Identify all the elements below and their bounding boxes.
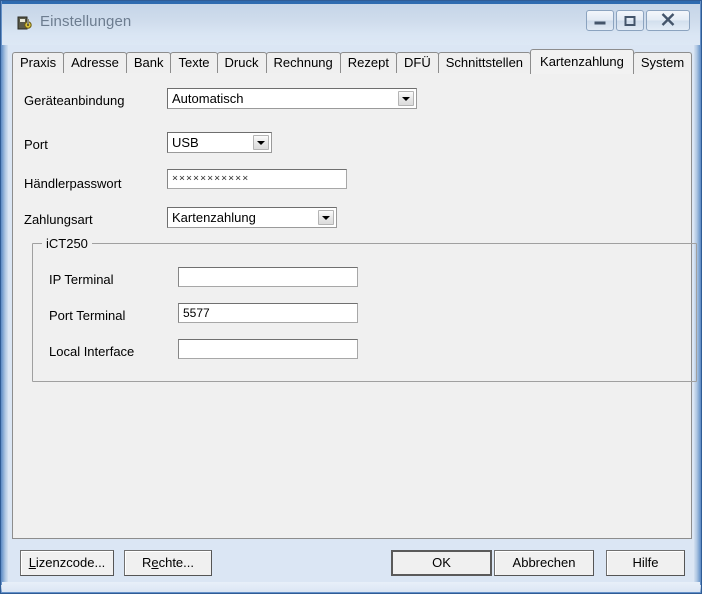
cancel-button[interactable]: Abbrechen — [494, 550, 594, 576]
tab-panel-kartenzahlung: Geräteanbindung Automatisch Port USB Hän… — [12, 72, 697, 539]
port-terminal-input[interactable]: 5577 — [178, 303, 358, 323]
port-value: USB — [172, 135, 199, 150]
ict250-groupbox: iCT250 IP Terminal Port Terminal 5577 Lo… — [32, 236, 697, 382]
port-dropdown[interactable]: USB — [167, 132, 272, 153]
chevron-down-icon[interactable] — [253, 135, 269, 150]
tab-strip: Praxis Adresse Bank Texte Druck Rechnung… — [12, 49, 693, 74]
ok-button[interactable]: OK — [391, 550, 492, 576]
tab-texte[interactable]: Texte — [170, 52, 218, 73]
window-title: Einstellungen — [40, 13, 132, 30]
tab-label: Texte — [178, 55, 210, 70]
chevron-down-icon[interactable] — [318, 210, 334, 225]
tab-label: Rechnung — [273, 55, 333, 70]
maximize-icon — [624, 15, 636, 26]
tab-label: Kartenzahlung — [540, 54, 624, 69]
zahlungsart-label: Zahlungsart — [24, 212, 93, 227]
haendlerpasswort-label: Händlerpasswort — [24, 176, 122, 191]
tab-label: Schnittstellen — [445, 55, 524, 70]
settings-dialog-window: Einstellungen Praxis Adresse Bank Texte … — [0, 0, 702, 594]
haendlerpasswort-input[interactable]: ××××××××××× — [167, 169, 347, 189]
tab-bank[interactable]: Bank — [125, 52, 172, 73]
minimize-icon — [594, 17, 606, 24]
lizenzcode-accel: L — [28, 555, 36, 570]
geraeteanbindung-dropdown[interactable]: Automatisch — [167, 88, 417, 109]
tab-rezept[interactable]: Rezept — [339, 52, 397, 73]
tab-kartenzahlung[interactable]: Kartenzahlung — [530, 49, 634, 74]
tab-label: Adresse — [71, 55, 119, 70]
tab-schnittstellen[interactable]: Schnittstellen — [437, 52, 532, 73]
port-terminal-label: Port Terminal — [49, 308, 126, 323]
tab-label: DFÜ — [403, 55, 431, 70]
port-label: Port — [24, 137, 48, 152]
title-bar: Einstellungen — [2, 1, 700, 45]
tab-system[interactable]: System — [632, 52, 693, 73]
tab-label: Rezept — [347, 55, 389, 70]
geraeteanbindung-value: Automatisch — [172, 91, 244, 106]
rechte-accel: e — [151, 555, 159, 570]
tab-adresse[interactable]: Adresse — [63, 52, 127, 73]
window-controls — [586, 10, 690, 31]
close-icon — [661, 12, 676, 29]
zahlungsart-dropdown[interactable]: Kartenzahlung — [167, 207, 337, 228]
chevron-down-icon[interactable] — [398, 91, 414, 106]
tab-label: Bank — [133, 55, 164, 70]
geraeteanbindung-label: Geräteanbindung — [24, 93, 125, 108]
rechte-button[interactable]: Rechte... — [124, 550, 212, 576]
local-interface-label: Local Interface — [49, 344, 135, 359]
zahlungsart-value: Kartenzahlung — [172, 210, 256, 225]
maximize-button[interactable] — [616, 10, 644, 31]
window-footer-strip — [2, 582, 700, 592]
tab-dfue[interactable]: DFÜ — [395, 52, 439, 73]
help-button[interactable]: Hilfe — [606, 550, 685, 576]
close-button[interactable] — [646, 10, 690, 31]
lizenzcode-button[interactable]: Lizenzcode... — [20, 550, 114, 576]
local-interface-input[interactable] — [178, 339, 358, 359]
lizenzcode-label: izenzcode... — [35, 555, 106, 570]
tab-label: Praxis — [20, 55, 57, 70]
tab-label: Druck — [224, 55, 259, 70]
ip-terminal-label: IP Terminal — [49, 272, 114, 287]
rechte-prefix: R — [141, 555, 152, 570]
tab-label: System — [640, 55, 685, 70]
minimize-button[interactable] — [586, 10, 614, 31]
rechte-label: chte... — [158, 555, 195, 570]
tab-rechnung[interactable]: Rechnung — [265, 52, 341, 73]
tab-druck[interactable]: Druck — [216, 52, 267, 73]
tab-praxis[interactable]: Praxis — [12, 52, 65, 73]
ict250-groupbox-title: iCT250 — [42, 236, 92, 251]
ip-terminal-input[interactable] — [178, 267, 358, 287]
app-icon — [16, 14, 34, 32]
window-frame-left — [1, 1, 8, 593]
